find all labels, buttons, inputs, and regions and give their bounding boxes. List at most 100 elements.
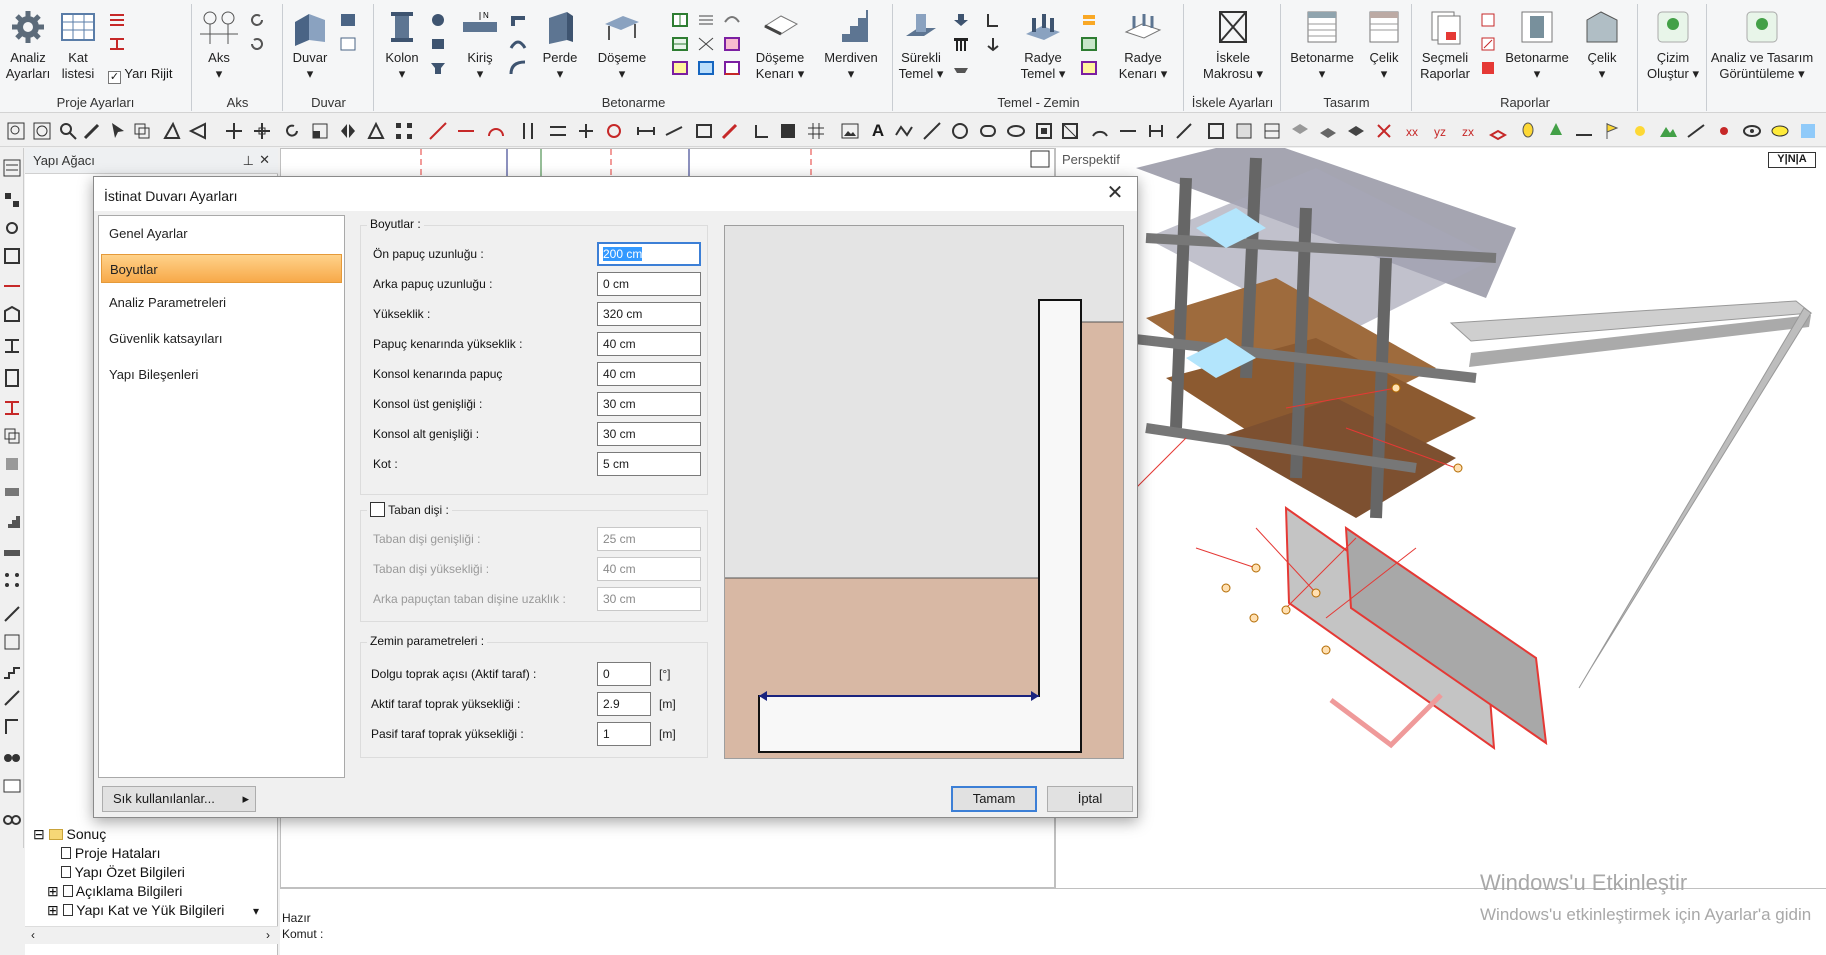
cizim-olustur-button[interactable]: Çizim Oluştur ▾ (1641, 8, 1705, 82)
analiz-tasarim-button[interactable]: Analiz ve Tasarım Görüntüleme ▾ (1708, 8, 1816, 82)
refresh-icon[interactable] (248, 12, 266, 28)
pile-icon[interactable] (952, 36, 970, 52)
find-icon[interactable] (2, 808, 22, 828)
copy-list-icon[interactable] (2, 426, 22, 446)
list-view-icon[interactable] (2, 158, 22, 178)
slab-list-icon[interactable] (2, 482, 22, 502)
tree-item-kat-yuk[interactable]: ⊞ Yapı Kat ve Yük Bilgileri (47, 902, 224, 919)
render-icon[interactable] (1798, 121, 1818, 141)
rotate-tool-icon[interactable] (282, 121, 302, 141)
layer2-icon[interactable] (1318, 121, 1338, 141)
kat-listesi-button[interactable]: Kat listesi (56, 8, 100, 82)
scroll-down-icon[interactable]: ▾ (253, 904, 259, 918)
dolgu-aci-input[interactable]: 0 (597, 662, 651, 686)
dimension-icon[interactable] (636, 121, 656, 141)
slab-split-icon[interactable] (671, 36, 689, 52)
beam-red-icon[interactable] (108, 36, 126, 52)
ellipse-icon[interactable] (1006, 121, 1026, 141)
move-copy-icon[interactable] (252, 121, 272, 141)
pencil-icon[interactable] (82, 121, 102, 141)
mirror-icon[interactable] (338, 121, 358, 141)
offset-icon[interactable] (548, 121, 568, 141)
footing-small-icon[interactable] (952, 12, 970, 28)
radye-temel-button[interactable]: Radye Temel ▾ (1012, 8, 1074, 82)
window-icon[interactable] (339, 36, 357, 52)
save-small-icon[interactable] (778, 121, 798, 141)
doseme-button[interactable]: Döşeme ▾ (595, 8, 649, 82)
circle-column-icon[interactable] (429, 12, 447, 28)
report-small-icon[interactable] (1479, 12, 1497, 28)
slab-blue-icon[interactable] (697, 60, 715, 76)
konsol-ust-input[interactable]: 30 cm (597, 392, 701, 416)
kiris-button[interactable]: N Kiriş ▾ (457, 8, 503, 82)
document-icon[interactable] (2, 368, 22, 388)
arka-papuc-input[interactable]: 0 cm (597, 272, 701, 296)
kot-input[interactable]: 5 cm (597, 452, 701, 476)
measure-list-icon[interactable] (2, 632, 22, 652)
konsol-alt-input[interactable]: 30 cm (597, 422, 701, 446)
nav-analiz-parametreleri[interactable]: Analiz Parametreleri (101, 288, 342, 317)
tree-icon[interactable] (1546, 121, 1566, 141)
trim-icon[interactable] (428, 121, 448, 141)
floor-plan-icon[interactable] (2, 246, 22, 266)
polyline-icon[interactable] (922, 121, 942, 141)
zoom-icon[interactable] (58, 121, 78, 141)
slab-edge-icon[interactable] (723, 60, 741, 76)
bulb-icon[interactable] (1518, 121, 1538, 141)
konsol-kenar-input[interactable]: 40 cm (597, 362, 701, 386)
poly-column-icon[interactable] (429, 36, 447, 52)
diagonal-icon[interactable] (2, 688, 22, 708)
kolon-button[interactable]: Kolon ▾ (379, 8, 425, 82)
visibility-icon[interactable] (1770, 121, 1790, 141)
raft-green-icon[interactable] (1080, 36, 1098, 52)
dimension-aligned-icon[interactable] (664, 121, 684, 141)
betonarme-tasarim-button[interactable]: Betonarme ▾ (1286, 8, 1358, 82)
collapse-icon[interactable]: ⊟ (33, 826, 45, 842)
expand-icon[interactable]: ⊞ (47, 883, 59, 899)
stretch-icon[interactable] (366, 121, 386, 141)
tree-item-yapi-ozet[interactable]: Yapı Özet Bilgileri (61, 864, 185, 880)
taban-uzaklik-input[interactable]: 30 cm (597, 587, 701, 611)
zoom-x-icon[interactable]: xx (1404, 121, 1424, 141)
join-icon[interactable] (576, 121, 596, 141)
triangle-icon[interactable] (188, 121, 208, 141)
taban-genislik-input[interactable]: 25 cm (597, 527, 701, 551)
draw-icon[interactable] (2, 604, 22, 624)
cross-hatch-icon[interactable] (697, 36, 715, 52)
zoom-extents-icon[interactable] (32, 121, 52, 141)
report-edit-icon[interactable] (1479, 36, 1497, 52)
level-icon[interactable] (1574, 121, 1594, 141)
sun-icon[interactable] (1630, 121, 1650, 141)
beam-list-icon[interactable] (2, 336, 22, 356)
tie-beam-icon[interactable] (952, 60, 970, 76)
iskele-makrosu-button[interactable]: İskele Makrosu ▾ (1191, 8, 1275, 82)
nav-genel-ayarlar[interactable]: Genel Ayarlar (101, 219, 342, 248)
pin-icon[interactable]: ⊥ (243, 153, 254, 169)
radye-kenari-button[interactable]: Radye Kenarı ▾ (1110, 8, 1176, 82)
xref-icon[interactable] (1374, 121, 1394, 141)
slab-yellow-icon[interactable] (671, 60, 689, 76)
scroll-left-icon[interactable]: ‹ (31, 928, 35, 942)
select-icon[interactable] (108, 121, 128, 141)
binocular-icon[interactable] (2, 746, 22, 766)
ruler-icon[interactable] (1118, 121, 1138, 141)
favorites-button[interactable]: Sık kullanılanlar... ▸ (102, 786, 256, 812)
break-icon[interactable] (518, 121, 538, 141)
rotate-icon[interactable] (248, 36, 266, 52)
auto-abc-icon[interactable] (2, 776, 22, 796)
view-iso-icon[interactable] (1488, 121, 1508, 141)
text-icon[interactable]: A (868, 121, 888, 141)
text-style-icon[interactable] (1206, 121, 1226, 141)
secmeli-raporlar-button[interactable]: Seçmeli Raporlar (1415, 8, 1475, 82)
node-icon[interactable] (2, 218, 22, 238)
close-icon[interactable]: ✕ (259, 152, 270, 168)
fillet-icon[interactable] (486, 121, 506, 141)
mountain-icon[interactable] (1658, 121, 1678, 141)
raft-purple-icon[interactable] (1080, 60, 1098, 76)
elevation-icon[interactable] (2, 304, 22, 324)
doseme-kenari-button[interactable]: Döşeme Kenarı ▾ (747, 8, 813, 82)
zoom-z-icon[interactable]: zx (1460, 121, 1480, 141)
celik-rapor-button[interactable]: Çelik ▾ (1577, 8, 1627, 82)
expand-icon[interactable]: ⊞ (47, 902, 59, 918)
move-icon[interactable] (224, 121, 244, 141)
